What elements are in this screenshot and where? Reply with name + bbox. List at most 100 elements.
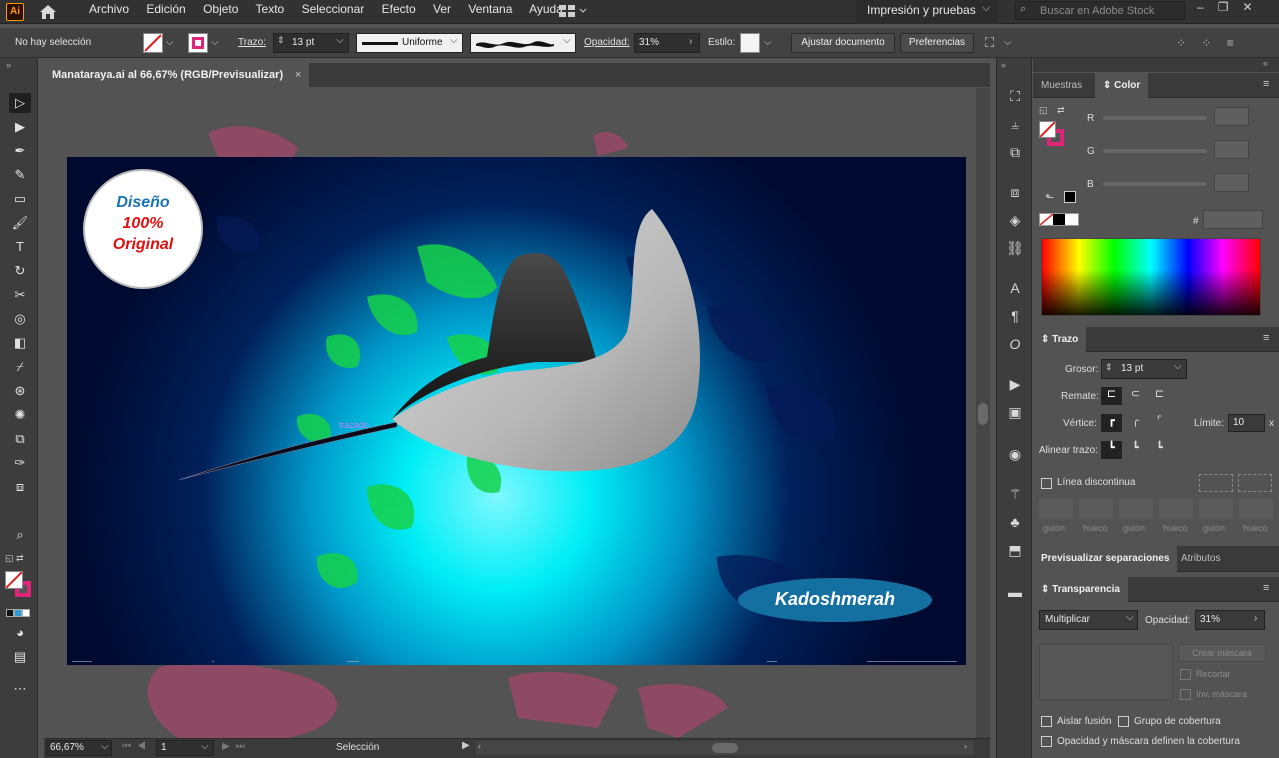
more-tools-icon[interactable]: ⋯ — [9, 679, 31, 699]
stroke-swatch[interactable] — [188, 33, 208, 53]
stroke-weight-field[interactable]: ⇕ 13 pt ⌵ — [273, 33, 349, 53]
links-panel-icon[interactable]: ⛓ — [1004, 238, 1026, 258]
artboard-nav-next[interactable]: ▶⏭ — [222, 741, 251, 752]
dash-field[interactable] — [1119, 499, 1153, 519]
close-tab-icon[interactable]: × — [295, 63, 301, 87]
r-value-field[interactable] — [1214, 107, 1249, 126]
horizontal-scrollbar[interactable]: ‹ › — [476, 741, 974, 755]
paintbrush-tool-icon[interactable]: 🖌 — [9, 213, 31, 233]
opacity-label[interactable]: Opacidad: — [584, 34, 630, 52]
menu-efecto[interactable]: Efecto — [382, 2, 416, 16]
collapse-icon[interactable]: » — [6, 60, 11, 70]
knockout-group-checkbox[interactable] — [1118, 716, 1129, 727]
preferences-button[interactable]: Preferencias — [900, 33, 974, 53]
panel-menu-icon[interactable]: ≡ — [1263, 78, 1269, 90]
gradient-tool-icon[interactable]: ◧ — [9, 333, 31, 353]
adjust-document-button[interactable]: Ajustar documento — [791, 33, 895, 53]
dash-field[interactable] — [1199, 499, 1233, 519]
round-cap-icon[interactable]: ⊂ — [1125, 387, 1146, 405]
blend-tool-icon[interactable]: ⊛ — [9, 381, 31, 401]
asset-export-panel-icon[interactable]: ⬒ — [1004, 540, 1026, 560]
menu-archivo[interactable]: Archivo — [89, 2, 129, 16]
puppet-warp-icon[interactable]: ⛶ — [985, 34, 994, 52]
restore-icon[interactable]: ❐ — [1218, 0, 1243, 14]
menu-texto[interactable]: Texto — [256, 2, 285, 16]
control-bar-extras[interactable]: ⁘ ⁘ ≡ — [1176, 34, 1240, 52]
artboard-tool-icon[interactable]: ⧉ — [9, 429, 31, 449]
hex-field[interactable] — [1203, 210, 1263, 229]
collapse-icon[interactable]: » — [1001, 60, 1006, 70]
projecting-cap-icon[interactable]: ⊏ — [1149, 387, 1170, 405]
tab-color[interactable]: ⇕ Color — [1095, 73, 1149, 98]
align-panel-icon[interactable]: ⫨ — [1004, 114, 1026, 134]
arrange-documents-icon[interactable] — [558, 4, 588, 18]
blend-mode-select[interactable]: Multiplicar ⌵ — [1039, 610, 1138, 630]
menu-objeto[interactable]: Objeto — [203, 2, 238, 16]
transparency-opacity-field[interactable]: 31% › — [1195, 610, 1265, 630]
navigator-panel-icon[interactable]: ▣ — [1004, 402, 1026, 422]
selection-tool-icon[interactable]: ▷ — [9, 93, 31, 113]
color-mode-buttons[interactable] — [6, 608, 34, 617]
fill-swatch[interactable] — [143, 33, 163, 53]
gap-field[interactable] — [1079, 499, 1113, 519]
chevron-down-icon[interactable]: ⌵ — [764, 34, 772, 52]
opacity-field[interactable]: 31% › — [634, 33, 700, 53]
out-of-gamut-icon[interactable]: ⬑ — [1045, 191, 1054, 204]
menu-seleccionar[interactable]: Seleccionar — [302, 2, 365, 16]
stock-search-input[interactable]: ⌕ Buscar en Adobe Stock — [1015, 1, 1185, 20]
layers-panel-icon[interactable]: ◈ — [1004, 210, 1026, 230]
b-slider[interactable] — [1103, 182, 1207, 186]
chevron-right-icon[interactable]: › — [689, 36, 692, 47]
stepper-icon[interactable]: ⇕ — [1105, 362, 1113, 373]
variable-width-profile[interactable]: Uniforme ⌵ — [356, 33, 463, 53]
stepper-icon[interactable]: ⇕ — [277, 35, 285, 46]
r-slider[interactable] — [1103, 116, 1207, 120]
dashed-line-checkbox[interactable] — [1041, 478, 1052, 489]
tab-swatches[interactable]: Muestras — [1033, 73, 1090, 98]
tab-transparency[interactable]: ⇕ Transparencia — [1033, 577, 1128, 602]
tab-stroke[interactable]: ⇕ Trazo — [1033, 327, 1087, 352]
panel-menu-icon[interactable]: ≡ — [1263, 332, 1269, 344]
menu-edicion[interactable]: Edición — [146, 2, 185, 16]
screen-mode-icon[interactable]: ▤ — [9, 647, 31, 667]
opentype-panel-icon[interactable]: O — [1004, 334, 1026, 354]
default-colors-icon[interactable]: ◱ — [1039, 105, 1048, 116]
align-inside-icon[interactable]: ┗ — [1125, 441, 1146, 459]
color-panel-fill-stroke[interactable]: ◱ ⇄ — [1039, 105, 1069, 157]
drawing-mode-icon[interactable]: ◕ — [9, 623, 31, 643]
clip-checkbox[interactable] — [1180, 669, 1191, 680]
direct-selection-tool-icon[interactable]: ▶ — [9, 117, 31, 137]
chevron-down-icon[interactable]: ⌵ — [1174, 361, 1182, 372]
symbol-sprayer-tool-icon[interactable]: ✺ — [9, 405, 31, 425]
g-value-field[interactable] — [1214, 140, 1249, 159]
minimize-icon[interactable]: – — [1197, 0, 1218, 14]
rectangle-tool-icon[interactable]: ▭ — [9, 189, 31, 209]
chevron-right-icon[interactable]: › — [1254, 613, 1257, 624]
gap-field[interactable] — [1159, 499, 1193, 519]
scroll-left-icon[interactable]: ‹ — [478, 741, 481, 751]
isolate-blending-checkbox[interactable] — [1041, 716, 1052, 727]
tab-attributes[interactable]: Atributos — [1173, 546, 1228, 572]
gradient-panel-icon[interactable]: ▬ — [1004, 582, 1026, 602]
default-colors-icon[interactable]: ◱ ⇄ — [5, 553, 31, 567]
scroll-thumb[interactable] — [712, 743, 738, 753]
make-mask-button[interactable]: Crear máscara — [1178, 644, 1266, 662]
b-value-field[interactable] — [1214, 173, 1249, 192]
color-spectrum[interactable] — [1041, 238, 1261, 316]
chevron-down-icon[interactable]: ⌵ — [166, 34, 174, 52]
stroke-label[interactable]: Trazo: — [238, 34, 266, 52]
gap-field[interactable] — [1239, 499, 1273, 519]
artboards-panel-icon[interactable]: ⧈ — [1004, 182, 1026, 202]
eyedropper-tool-icon[interactable]: ⌿ — [9, 357, 31, 377]
dash-align-icon[interactable] — [1238, 474, 1272, 492]
artboard[interactable]: Diseño 100% Original Kadoshmerah trazado — [67, 157, 966, 665]
align-outside-icon[interactable]: ┗ — [1149, 441, 1170, 459]
workspace-switcher[interactable]: Impresión y pruebas ⌵ — [856, 0, 998, 24]
stroke-weight-field[interactable]: ⇕ 13 pt ⌵ — [1101, 359, 1187, 379]
scroll-right-icon[interactable]: › — [964, 741, 967, 751]
type-tool-icon[interactable]: T — [9, 237, 31, 257]
paragraph-panel-icon[interactable]: ¶ — [1004, 306, 1026, 326]
panel-menu-icon[interactable]: ≡ — [1263, 582, 1269, 594]
slice-tool-icon[interactable]: ✑ — [9, 453, 31, 473]
collapse-icon[interactable]: « — [1263, 58, 1268, 68]
